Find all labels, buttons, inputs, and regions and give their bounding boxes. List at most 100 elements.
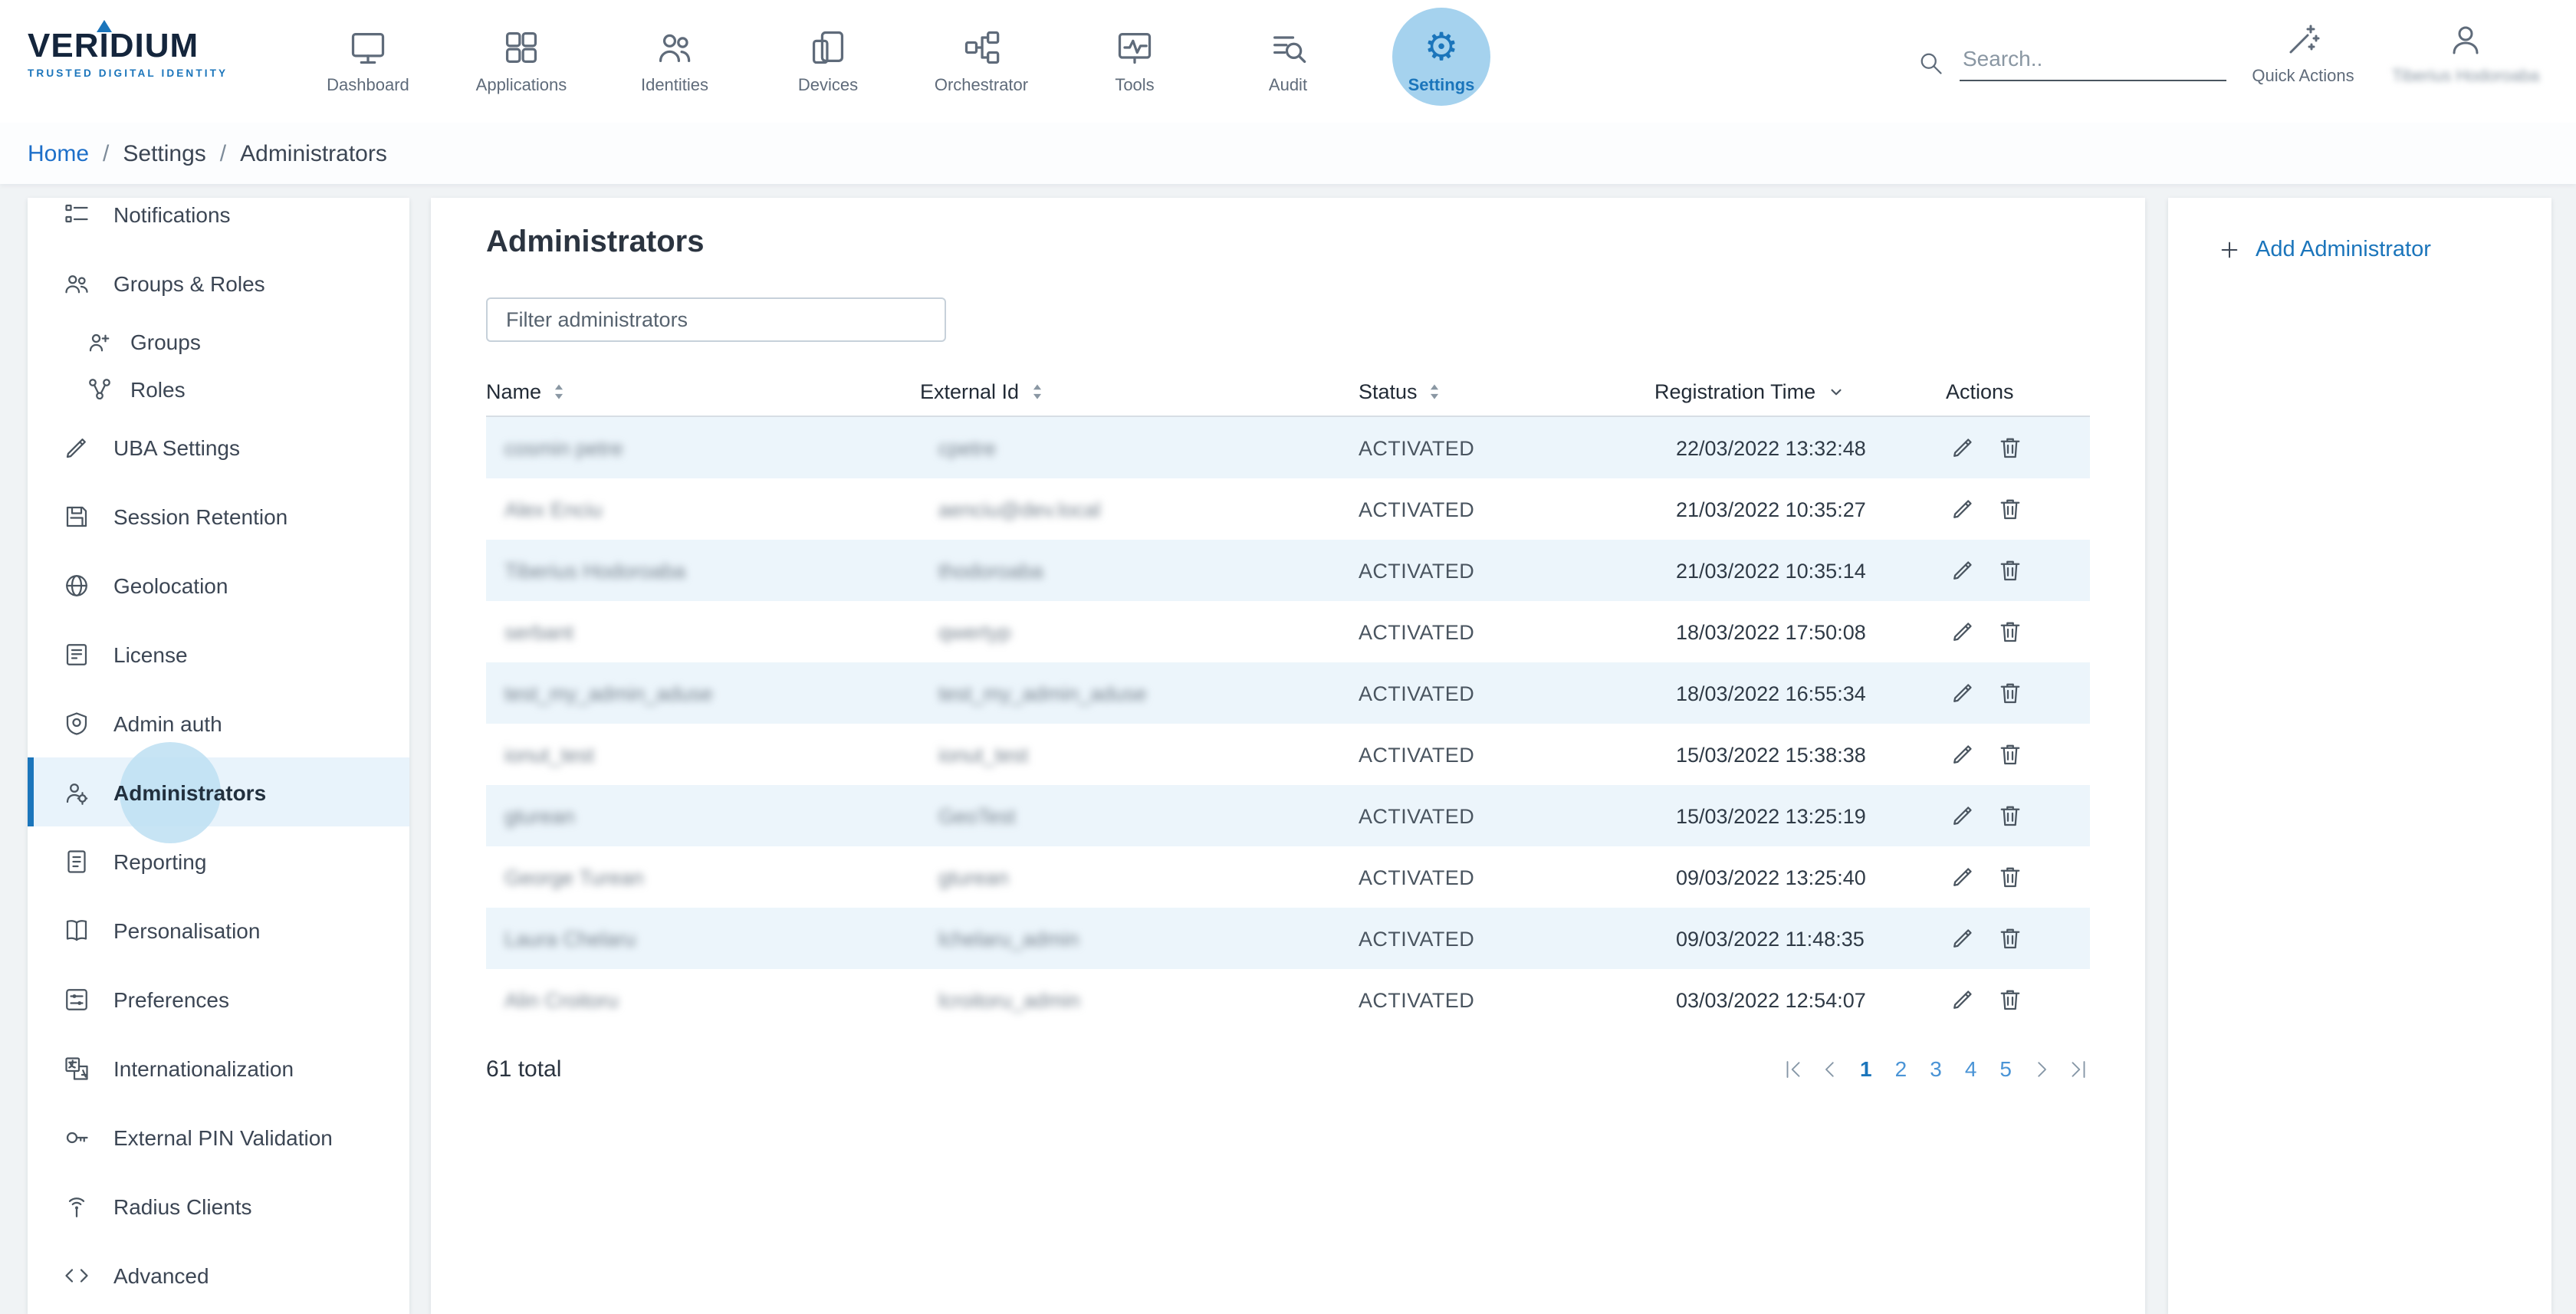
edit-icon[interactable] — [1949, 679, 1976, 707]
sidebar-item-notifications[interactable]: Notifications — [28, 198, 409, 248]
last-page-icon[interactable] — [2067, 1057, 2090, 1080]
column-header-registration-time[interactable]: Registration Time — [1654, 379, 1946, 402]
next-page-icon[interactable] — [2030, 1057, 2053, 1080]
sidebar-item-internationalization[interactable]: Internationalization — [28, 1033, 409, 1102]
cell-external-id: qwertyp — [920, 620, 1359, 643]
edit-icon[interactable] — [1949, 741, 1976, 768]
edit-icon[interactable] — [1949, 863, 1976, 891]
primary-nav: Dashboard Applications Identities Device… — [291, 0, 1518, 123]
internationalization-icon — [63, 1054, 90, 1082]
delete-icon[interactable] — [1996, 495, 2024, 523]
column-header-status[interactable]: Status — [1359, 379, 1654, 402]
edit-icon[interactable] — [1949, 986, 1976, 1013]
sidebar-item-roles[interactable]: Roles — [28, 365, 409, 412]
delete-icon[interactable] — [1996, 802, 2024, 829]
table-row[interactable]: Tiberius Hodoroaba thodoroaba ACTIVATED … — [486, 540, 2090, 601]
sidebar-item-license[interactable]: License — [28, 619, 409, 688]
nav-item-identities[interactable]: Identities — [598, 0, 751, 123]
page-button-3[interactable]: 3 — [1925, 1055, 1947, 1082]
nav-item-orchestrator[interactable]: Orchestrator — [905, 0, 1058, 123]
sidebar-item-personalisation[interactable]: Personalisation — [28, 895, 409, 964]
nav-item-settings[interactable]: ⚙ Settings — [1365, 0, 1518, 123]
page-button-2[interactable]: 2 — [1891, 1055, 1912, 1082]
sort-icon — [1428, 381, 1442, 401]
nav-item-dashboard[interactable]: Dashboard — [291, 0, 445, 123]
admin-auth-icon — [63, 709, 90, 737]
cell-actions — [1946, 802, 2090, 829]
delete-icon[interactable] — [1996, 986, 2024, 1013]
cell-registration-time: 22/03/2022 13:32:48 — [1654, 436, 1946, 459]
wand-icon — [2285, 21, 2321, 58]
delete-icon[interactable] — [1996, 741, 2024, 768]
first-page-icon[interactable] — [1782, 1057, 1805, 1080]
sidebar-item-admin-auth[interactable]: Admin auth — [28, 688, 409, 757]
nav-item-applications[interactable]: Applications — [445, 0, 598, 123]
delete-icon[interactable] — [1996, 618, 2024, 646]
sidebar-item-reporting[interactable]: Reporting — [28, 826, 409, 895]
edit-icon[interactable] — [1949, 618, 1976, 646]
delete-icon[interactable] — [1996, 434, 2024, 462]
column-label: Registration Time — [1654, 379, 1815, 402]
search-input[interactable] — [1960, 43, 2226, 81]
table-row[interactable]: ionut_test ionut_test ACTIVATED 15/03/20… — [486, 724, 2090, 785]
column-header-actions[interactable]: Actions — [1946, 379, 2090, 402]
edit-icon[interactable] — [1949, 557, 1976, 584]
table-row[interactable]: cosmin petre cpetre ACTIVATED 22/03/2022… — [486, 417, 2090, 478]
breadcrumb-home-link[interactable]: Home — [28, 140, 89, 166]
cell-registration-time: 21/03/2022 10:35:14 — [1654, 559, 1946, 582]
table-row[interactable]: Laura Chelaru lchelaru_admin ACTIVATED 0… — [486, 908, 2090, 969]
settings-sidebar: Notifications Groups & Roles Groups Role… — [28, 198, 409, 1314]
cell-external-id: test_my_admin_aduse — [920, 682, 1359, 705]
page-button-4[interactable]: 4 — [1960, 1055, 1982, 1082]
reporting-icon — [63, 847, 90, 875]
edit-icon[interactable] — [1949, 802, 1976, 829]
delete-icon[interactable] — [1996, 925, 2024, 952]
page-button-1[interactable]: 1 — [1855, 1055, 1877, 1082]
notifications-icon — [63, 200, 90, 228]
edit-icon[interactable] — [1949, 925, 1976, 952]
session-retention-icon — [63, 502, 90, 530]
quick-actions-button[interactable]: Quick Actions — [2239, 21, 2367, 86]
veridium-logo[interactable]: VERIDIUM TRUSTED DIGITAL IDENTITY — [28, 26, 228, 80]
orchestrator-icon — [961, 28, 1001, 67]
sidebar-item-groups[interactable]: Groups — [28, 317, 409, 365]
search-icon[interactable] — [1917, 48, 1944, 76]
sidebar-item-session-retention[interactable]: Session Retention — [28, 481, 409, 550]
sidebar-item-administrators[interactable]: Administrators — [28, 757, 409, 826]
sidebar-item-geolocation[interactable]: Geolocation — [28, 550, 409, 619]
filter-administrators-input[interactable] — [486, 297, 946, 342]
table-row[interactable]: Alex Enciu aenciu@dev.local ACTIVATED 21… — [486, 478, 2090, 540]
column-header-external-id[interactable]: External Id — [920, 379, 1359, 402]
nav-item-devices[interactable]: Devices — [751, 0, 905, 123]
sidebar-list: Notifications Groups & Roles Groups Role… — [28, 198, 409, 1309]
delete-icon[interactable] — [1996, 863, 2024, 891]
edit-icon[interactable] — [1949, 434, 1976, 462]
table-row[interactable]: gturean GeoTest ACTIVATED 15/03/2022 13:… — [486, 785, 2090, 846]
cell-registration-time: 15/03/2022 13:25:19 — [1654, 804, 1946, 827]
sidebar-item-radius-clients[interactable]: Radius Clients — [28, 1171, 409, 1240]
column-header-name[interactable]: Name — [486, 379, 920, 402]
table-row[interactable]: George Turean gturean ACTIVATED 09/03/20… — [486, 846, 2090, 908]
prev-page-icon[interactable] — [1819, 1057, 1842, 1080]
add-administrator-button[interactable]: Add Administrator — [2217, 238, 2551, 262]
edit-icon[interactable] — [1949, 495, 1976, 523]
delete-icon[interactable] — [1996, 679, 2024, 707]
page-button-5[interactable]: 5 — [1995, 1055, 2016, 1082]
table-row[interactable]: serbant qwertyp ACTIVATED 18/03/2022 17:… — [486, 601, 2090, 662]
breadcrumb-settings-link[interactable]: Settings — [123, 140, 205, 166]
page-title: Administrators — [486, 225, 2090, 261]
column-label: Status — [1359, 379, 1418, 402]
delete-icon[interactable] — [1996, 557, 2024, 584]
sidebar-item-advanced[interactable]: Advanced — [28, 1240, 409, 1309]
sidebar-item-external-pin-validation[interactable]: External PIN Validation — [28, 1102, 409, 1171]
sidebar-item-preferences[interactable]: Preferences — [28, 964, 409, 1033]
profile-menu[interactable]: Tiberius Hodoroaba — [2401, 21, 2530, 86]
sidebar-item-uba-settings[interactable]: UBA Settings — [28, 412, 409, 481]
nav-item-audit[interactable]: Audit — [1211, 0, 1365, 123]
nav-item-tools[interactable]: Tools — [1058, 0, 1211, 123]
sidebar-item-groups-roles[interactable]: Groups & Roles — [28, 248, 409, 317]
table-row[interactable]: Alin Croitoru lcroitoru_admin ACTIVATED … — [486, 969, 2090, 1030]
table-row[interactable]: test_my_admin_aduse test_my_admin_aduse … — [486, 662, 2090, 724]
cell-registration-time: 18/03/2022 17:50:08 — [1654, 620, 1946, 643]
cell-actions — [1946, 495, 2090, 523]
